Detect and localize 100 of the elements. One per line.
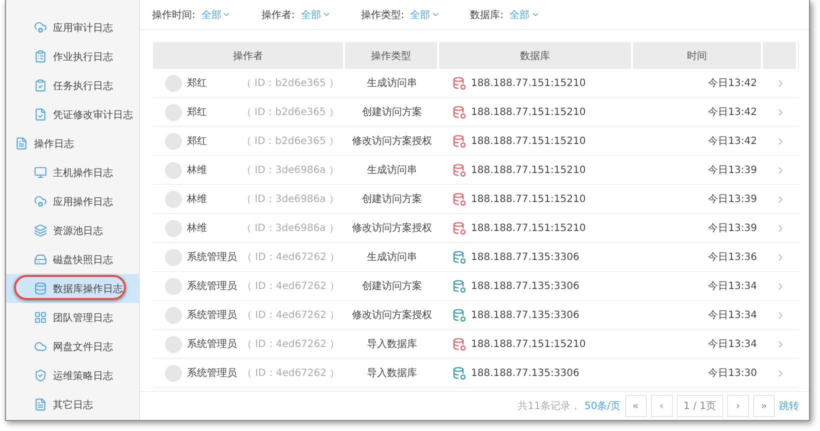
operator-id: （ ID：4ed67262 ） bbox=[242, 338, 340, 351]
grid-icon bbox=[34, 311, 47, 324]
clipboard-icon bbox=[34, 50, 47, 63]
avatar bbox=[165, 104, 182, 120]
table-cell: 188.188.77.135:3306 bbox=[471, 280, 580, 292]
table-cell: 188.188.77.151:15210 bbox=[471, 78, 586, 88]
table-cell: 188.188.77.135:3306 bbox=[471, 310, 580, 320]
table-row[interactable]: 系统管理员 （ ID：4ed67262 ） 修改访问方案授权 188.188.77.135:3306 今日13:34 bbox=[153, 301, 799, 330]
drive-icon bbox=[34, 253, 47, 266]
operator-id: （ ID：3de6986a ） bbox=[242, 222, 339, 235]
chevron-down-icon bbox=[322, 10, 331, 19]
sidebar-item[interactable]: 任务执行日志 bbox=[6, 71, 139, 100]
operator-name: 郑红 bbox=[187, 135, 208, 148]
sidebar-section[interactable]: 操作日志 bbox=[6, 129, 139, 158]
table-row[interactable]: 郑红 （ ID：b2d6e365 ） 创建访问方案 188.188.77.151:15210 今日13:42 bbox=[153, 98, 799, 127]
table-cell-text: 创建访问方案 bbox=[362, 192, 422, 206]
layers-icon bbox=[34, 224, 47, 237]
table-cell-text: 今日13:34 bbox=[708, 309, 757, 322]
operator-id: （ ID：3de6986a ） bbox=[242, 164, 339, 177]
operator-id: （ ID：4ed67262 ） bbox=[242, 309, 340, 322]
chevron-down-icon bbox=[530, 10, 540, 19]
operator-name: 郑红 bbox=[187, 77, 208, 90]
column-header: 操作者 bbox=[153, 42, 345, 69]
table-row[interactable]: 系统管理员 （ ID：4ed67262 ） 生成访问串 188.188.77.135:3306 今日13:36 bbox=[153, 243, 799, 272]
document-icon bbox=[34, 398, 47, 411]
operator-name: 郑红 bbox=[187, 106, 208, 119]
table-cell-text: 今日13:30 bbox=[708, 367, 757, 380]
sidebar-item[interactable]: 其它日志 bbox=[6, 390, 139, 419]
clipboard-icon bbox=[34, 79, 47, 92]
document-icon bbox=[34, 108, 47, 121]
document-icon bbox=[15, 137, 28, 150]
operator-id: （ ID：4ed67262 ） bbox=[242, 367, 340, 380]
table-row[interactable]: 系统管理员 （ ID：4ed67262 ） 导入数据库 188.188.77.135:3306 今日13:30 bbox=[153, 359, 799, 388]
monitor-icon bbox=[34, 166, 47, 179]
sidebar-item[interactable]: 主机操作日志 bbox=[6, 158, 139, 187]
sidebar-item[interactable]: 团队管理日志 bbox=[6, 303, 139, 332]
table-cell-text: 生成访问串 bbox=[367, 164, 417, 177]
avatar bbox=[165, 364, 182, 382]
table-row[interactable]: 系统管理员 （ ID：4ed67262 ） 导入数据库 188.188.77.151:15210 今日13:34 bbox=[153, 330, 799, 359]
last-page-button[interactable]: » bbox=[753, 395, 775, 417]
sidebar-item[interactable]: 网盘文件日志 bbox=[6, 332, 139, 361]
table-row[interactable]: 林维 （ ID：3de6986a ） 创建访问方案 188.188.77.151:15210 今日13:39 bbox=[153, 185, 799, 214]
first-page-button[interactable]: « bbox=[624, 395, 647, 417]
chevron-down-icon bbox=[431, 10, 440, 19]
table-cell: 188.188.77.151:15210 bbox=[471, 136, 586, 146]
operator-name: 系统管理员 bbox=[187, 280, 237, 293]
sidebar-item[interactable]: 运维策略日志 bbox=[6, 361, 139, 390]
table-row[interactable]: 林维 （ ID：3de6986a ） 修改访问方案授权 188.188.77.151:15210 今日13:39 bbox=[153, 214, 799, 243]
sidebar-item[interactable]: 资源池日志 bbox=[6, 216, 139, 245]
operator-name: 林维 bbox=[187, 164, 208, 177]
sidebar-item[interactable]: 应用操作日志 bbox=[6, 187, 139, 216]
table-cell: 188.188.77.135:3306 bbox=[471, 252, 580, 262]
table-cell-text: 今日13:39 bbox=[708, 164, 757, 177]
cloud-icon bbox=[34, 340, 47, 353]
table-cell-text: 创建访问方案 bbox=[362, 280, 422, 293]
table-cell-text: 今日13:39 bbox=[708, 222, 757, 235]
table-cell-text: 今日13:36 bbox=[708, 251, 757, 264]
operator-name: 系统管理员 bbox=[187, 308, 237, 322]
column-header: 操作类型 bbox=[345, 42, 439, 69]
table-cell-text: 今日13:39 bbox=[708, 193, 757, 206]
table-row[interactable]: 系统管理员 （ ID：4ed67262 ） 创建访问方案 188.188.77.135:3306 今日13:34 bbox=[153, 272, 799, 301]
table-cell: 188.188.77.151:15210 bbox=[471, 106, 586, 118]
table-cell: 188.188.77.151:15210 bbox=[471, 164, 586, 176]
operator-name: 系统管理员 bbox=[187, 338, 237, 351]
table-cell-text: 今日13:34 bbox=[708, 338, 757, 351]
sidebar-item[interactable]: 应用审计日志 bbox=[6, 13, 139, 42]
operator-name: 林维 bbox=[187, 222, 208, 235]
filter-label: 操作类型: bbox=[360, 8, 404, 22]
operator-id: （ ID：b2d6e365 ） bbox=[241, 135, 339, 148]
sidebar-item[interactable]: 数据库操作日志 bbox=[6, 274, 139, 303]
sidebar-item[interactable]: 凭证修改审计日志 bbox=[6, 100, 139, 129]
database-icon bbox=[34, 282, 47, 295]
record-count: 共11条记录， bbox=[518, 400, 580, 413]
next-page-button[interactable]: › bbox=[727, 395, 749, 417]
chevron-down-icon bbox=[222, 10, 232, 19]
table-cell-text: 导入数据库 bbox=[367, 366, 417, 380]
table-row[interactable]: 郑红 （ ID：b2d6e365 ） 生成访问串 188.188.77.151:15210 今日13:42 bbox=[153, 69, 799, 98]
page-indicator[interactable]: 1 / 1页 bbox=[676, 395, 723, 417]
avatar bbox=[165, 162, 182, 178]
table-cell-text: 导入数据库 bbox=[367, 338, 417, 351]
operator-id: （ ID：b2d6e365 ） bbox=[241, 77, 339, 90]
column-header: 时间 bbox=[633, 42, 763, 69]
cloud-icon bbox=[34, 195, 47, 208]
sidebar-item[interactable]: 磁盘快照日志 bbox=[6, 245, 139, 274]
cloud-icon bbox=[34, 21, 47, 34]
avatar bbox=[165, 306, 182, 324]
filter-label: 操作时间: bbox=[152, 8, 196, 22]
table-cell-text: 今日13:42 bbox=[708, 77, 757, 90]
table-row[interactable]: 郑红 （ ID：b2d6e365 ） 修改访问方案授权 188.188.77.151:15210 今日13:42 bbox=[153, 127, 799, 156]
sidebar-item[interactable]: 作业执行日志 bbox=[6, 42, 139, 71]
table-cell-text: 创建访问方案 bbox=[362, 106, 422, 119]
operator-name: 系统管理员 bbox=[187, 250, 237, 264]
operator-id: （ ID：4ed67262 ） bbox=[242, 280, 340, 293]
column-header: 数据库 bbox=[439, 42, 633, 69]
table-cell-text: 修改访问方案授权 bbox=[352, 134, 432, 148]
avatar bbox=[165, 278, 182, 294]
avatar bbox=[165, 336, 182, 352]
table-cell: 188.188.77.151:15210 bbox=[471, 222, 586, 234]
table-row[interactable]: 林维 （ ID：3de6986a ） 生成访问串 188.188.77.151:15210 今日13:39 bbox=[153, 156, 799, 185]
prev-page-button[interactable]: ‹ bbox=[650, 395, 673, 417]
